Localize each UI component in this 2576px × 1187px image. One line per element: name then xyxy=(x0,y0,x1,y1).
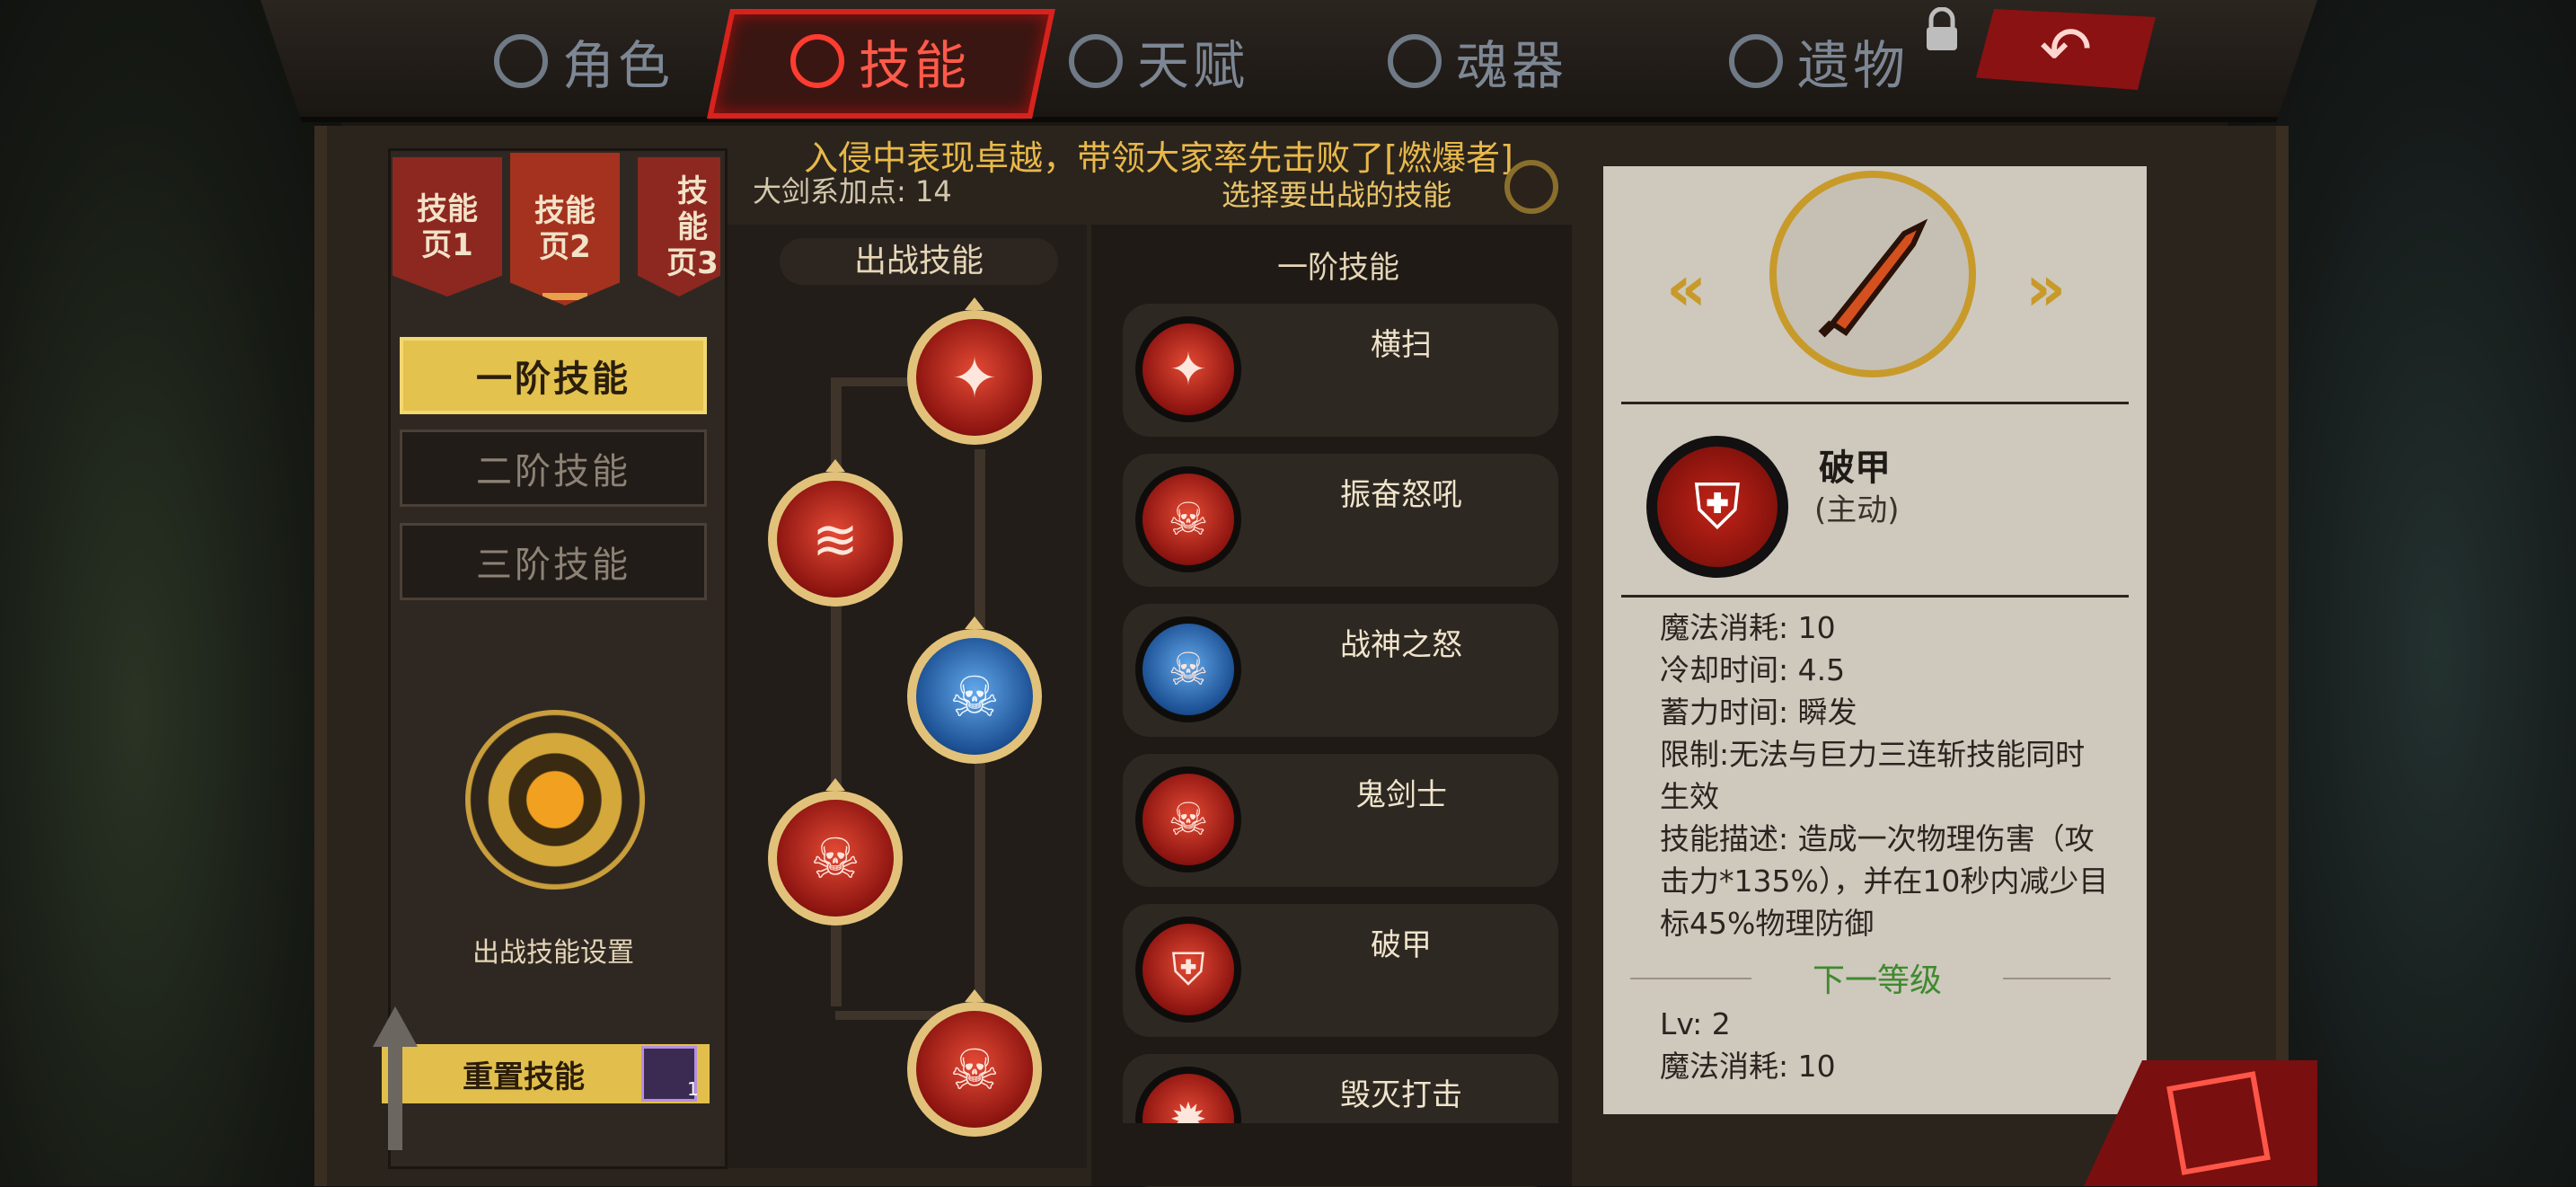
greatsword-icon xyxy=(1818,218,1928,338)
slash-icon: ✦ xyxy=(1135,316,1241,422)
battle-skill-slot[interactable]: ☠ xyxy=(768,778,903,926)
skill-list-item[interactable]: ☠ 振奋怒吼 xyxy=(1123,454,1558,587)
icon-glyph: ☠ xyxy=(1142,774,1234,865)
tier-2-button[interactable]: 二阶技能 xyxy=(400,430,707,507)
flame-icon xyxy=(790,34,844,88)
crystal-icon xyxy=(1069,34,1123,88)
skill-restriction: 限制:无法与巨力三连斩技能同时生效 xyxy=(1660,737,2086,814)
tab-label: 天赋 xyxy=(1137,35,1249,96)
tab-skills[interactable]: 技能 xyxy=(790,16,970,106)
slot-marker xyxy=(825,459,845,472)
icon-glyph: ✦ xyxy=(1142,323,1234,415)
skill-tree-connector xyxy=(831,377,912,386)
ghost-sword-icon: ☠ xyxy=(777,800,894,917)
icon-glyph: ⛨ xyxy=(1657,447,1778,567)
lock-icon xyxy=(1927,7,1957,50)
tier-1-button[interactable]: 一阶技能 xyxy=(400,337,707,414)
next-level-lv: Lv: 2 xyxy=(1660,1006,1731,1041)
slot-marker xyxy=(965,297,984,310)
detail-skill-name: 破甲 xyxy=(1819,447,1891,489)
slash-icon: ✦ xyxy=(916,319,1033,436)
skill-name: 振奋怒吼 xyxy=(1340,477,1462,513)
wargod-icon: ☠ xyxy=(916,638,1033,755)
list-scroll-mask xyxy=(1091,1123,1572,1186)
skill-name: 毁灭打击 xyxy=(1340,1077,1462,1113)
skill-list-item[interactable]: ☠ 战神之怒 xyxy=(1123,604,1558,737)
tab-label: 遗物 xyxy=(1797,35,1910,96)
battle-skill-setting-label: 出战技能设置 xyxy=(472,937,634,969)
skill-list-item[interactable]: ☠ 鬼剑士 xyxy=(1123,754,1558,887)
skill-page-tab-1[interactable]: 技能 页1 xyxy=(393,157,502,297)
soul-icon xyxy=(1388,34,1442,88)
arrow-up-icon xyxy=(373,1006,418,1150)
slash-icon: ≋ xyxy=(777,481,894,598)
skill-name: 战神之怒 xyxy=(1340,627,1462,663)
chevron-down-icon xyxy=(543,277,587,300)
previous-weapon-button[interactable]: « xyxy=(1666,252,1707,325)
next-weapon-button[interactable]: » xyxy=(2025,252,2066,325)
tab-label: 角色 xyxy=(562,35,675,96)
battle-skill-setting-icon[interactable] xyxy=(465,710,645,890)
greatsword-bonus: 大剑系加点: 14 xyxy=(753,174,952,208)
skill-name: 破甲 xyxy=(1371,927,1432,963)
skill-page-tab-2[interactable]: 技能 页2 xyxy=(510,153,620,306)
detail-skill-type: (主动) xyxy=(1814,492,1900,528)
battle-skill-slot[interactable]: ✦ xyxy=(907,297,1042,445)
battle-skill-slot[interactable]: ☠ xyxy=(907,616,1042,764)
skill-list-item[interactable]: ✦ 横扫 xyxy=(1123,304,1558,437)
armor-break-icon: ⛨ xyxy=(1135,917,1241,1023)
background-scenery-left xyxy=(0,0,341,1186)
divider xyxy=(1621,402,2129,404)
tab-relic[interactable]: 遗物 xyxy=(1729,16,1909,106)
battle-skill-slot[interactable]: ≋ xyxy=(768,459,903,607)
wargod-icon: ☠ xyxy=(1135,616,1241,722)
stat-cooldown: 冷却时间: 4.5 xyxy=(1660,652,1846,687)
skill-list-item[interactable]: ⛨ 破甲 xyxy=(1123,904,1558,1037)
ghost-sword-icon: ☠ xyxy=(1135,766,1241,873)
stat-charge-time: 蓄力时间: 瞬发 xyxy=(1660,695,1857,730)
rune-icon xyxy=(2166,1071,2271,1175)
slot-marker xyxy=(965,989,984,1002)
icon-glyph: ☠ xyxy=(1142,474,1234,565)
skill-list-title: 一阶技能 xyxy=(1277,250,1399,286)
reset-item-count: 1 xyxy=(687,1078,699,1100)
tab-label: 技能 xyxy=(859,35,971,96)
skill-name: 鬼剑士 xyxy=(1355,777,1447,813)
icon-glyph: ⛨ xyxy=(1142,924,1234,1015)
skill-page-tab-3[interactable]: 技能 页3 xyxy=(638,157,720,297)
tab-label: 魂器 xyxy=(1456,35,1568,96)
battle-skill-title: 出战技能 xyxy=(780,238,1058,285)
skill-tree-connector xyxy=(975,449,985,1078)
next-level-header: 下一等级 xyxy=(1812,962,1942,999)
armor-break-icon: ⛨ xyxy=(1646,436,1788,578)
choose-skill-prompt: 选择要出战的技能 xyxy=(1222,178,1452,212)
skill-page-label: 技能 页3 xyxy=(666,173,719,281)
roar-icon: ☠ xyxy=(916,1011,1033,1128)
skill-page-label: 技能 页1 xyxy=(417,190,478,263)
battle-skill-slot[interactable]: ☠ xyxy=(907,989,1042,1137)
slot-marker xyxy=(825,778,845,791)
stat-mana-cost: 魔法消耗: 10 xyxy=(1660,610,1836,645)
tab-soul[interactable]: 魂器 xyxy=(1388,16,1567,106)
next-level-mana-cost: 魔法消耗: 10 xyxy=(1660,1049,1836,1084)
back-arrow-icon: ↶ xyxy=(2039,13,2093,86)
tier-3-button[interactable]: 三阶技能 xyxy=(400,523,707,600)
tab-character[interactable]: 角色 xyxy=(494,16,674,106)
skill-name: 横扫 xyxy=(1371,327,1432,363)
detail-scroll-mask xyxy=(1603,1094,2147,1114)
roar-icon: ☠ xyxy=(1135,466,1241,572)
lock-badge-icon xyxy=(1504,160,1558,214)
slot-marker xyxy=(965,616,984,629)
skill-page-label: 技能 页2 xyxy=(534,193,595,265)
relic-icon xyxy=(1729,34,1783,88)
skill-description: 技能描述: 造成一次物理伤害（攻击力*135%），并在10秒内减少目标45%物理… xyxy=(1660,821,2109,941)
divider xyxy=(1621,595,2129,598)
helmet-icon xyxy=(494,34,548,88)
tab-talent[interactable]: 天赋 xyxy=(1069,16,1248,106)
back-button[interactable]: ↶ xyxy=(1976,9,2156,90)
icon-glyph: ☠ xyxy=(1142,624,1234,715)
